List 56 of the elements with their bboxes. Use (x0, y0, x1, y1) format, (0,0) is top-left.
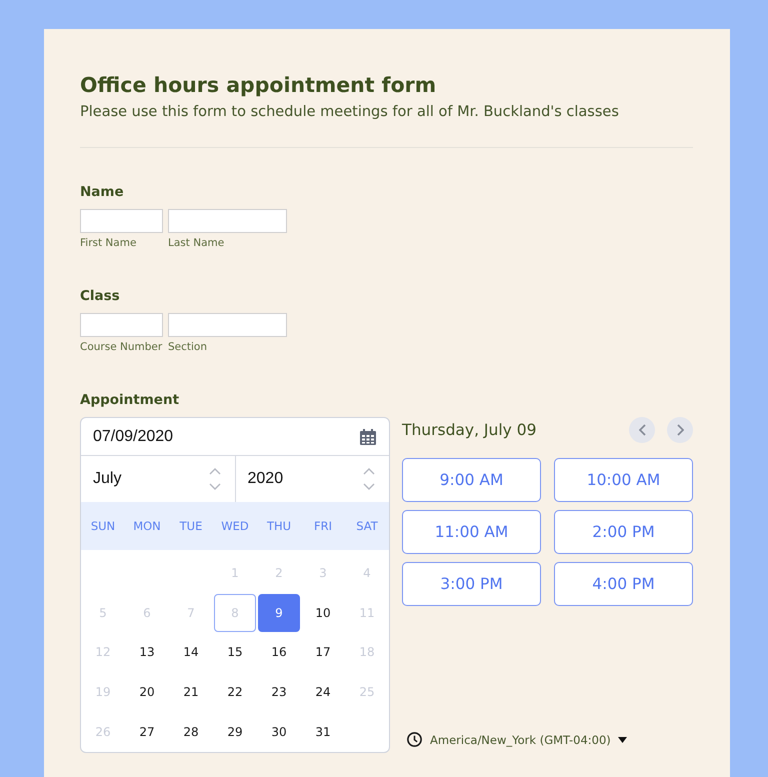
weekday-label: MON (132, 519, 162, 533)
time-slot-button[interactable]: 10:00 AM (554, 458, 693, 502)
weekday-label: THU (266, 519, 292, 533)
time-slot-button[interactable]: 11:00 AM (402, 510, 541, 554)
field-label: Appointment (80, 391, 180, 410)
calendar-day[interactable]: 24 (302, 673, 344, 712)
up-down-chevron-icon (208, 467, 220, 491)
calendar-day[interactable]: 9 (258, 594, 300, 632)
field-label: Class (80, 287, 121, 306)
calendar-day[interactable]: 28 (170, 712, 212, 751)
calendar-day[interactable]: 14 (170, 633, 212, 672)
weekday-label: FRI (313, 519, 333, 533)
calendar-day[interactable]: 30 (258, 712, 300, 751)
input-field[interactable] (80, 313, 163, 337)
next-day-button[interactable] (667, 417, 693, 443)
weekday-label: TUE (178, 519, 204, 533)
time-slot-button[interactable]: 4:00 PM (554, 562, 693, 606)
calendar-day[interactable]: 23 (258, 673, 300, 712)
caret-down-icon (618, 736, 627, 743)
previous-day-button[interactable] (629, 417, 655, 443)
calendar-icon (360, 428, 376, 444)
weekday-label: SAT (355, 519, 379, 533)
calendar-day[interactable]: 27 (126, 712, 168, 751)
calendar-day[interactable]: 22 (214, 673, 256, 712)
month-select[interactable]: July (81, 456, 234, 502)
input-caption: Section (168, 340, 208, 354)
weekday-label: SUN (90, 519, 116, 533)
calendar-day[interactable]: 10 (302, 594, 344, 632)
input-field[interactable] (168, 313, 287, 337)
timezone-dropdown[interactable]: America/New_York (GMT-04:00) (430, 732, 627, 747)
calendar-day[interactable]: 20 (126, 673, 168, 712)
calendar-day[interactable]: 15 (214, 633, 256, 672)
calendar-day[interactable]: 21 (170, 673, 212, 712)
calendar-day[interactable]: 29 (214, 712, 256, 751)
calendar-day[interactable]: 16 (258, 633, 300, 672)
date-field[interactable]: 07/09/2020 (81, 418, 389, 456)
time-slot-button[interactable]: 9:00 AM (402, 458, 541, 502)
time-slot-button[interactable]: 3:00 PM (402, 562, 541, 606)
input-field[interactable] (80, 209, 163, 233)
calendar-day[interactable]: 31 (302, 712, 344, 751)
clock-icon (407, 732, 422, 748)
weekday-label: WED (220, 519, 250, 533)
input-caption: Last Name (168, 236, 226, 250)
up-down-chevron-icon (363, 467, 375, 491)
selected-day-heading: Thursday, July 09 (402, 421, 538, 439)
form-title: Office hours appointment form (80, 72, 438, 99)
input-caption: First Name (80, 236, 138, 250)
calendar-day[interactable]: 13 (126, 633, 168, 672)
field-label: Name (80, 183, 125, 202)
input-caption: Course Number (80, 340, 163, 354)
chevron-left-icon (638, 424, 646, 436)
form-subtitle: Please use this form to schedule meetings for all of Mr. Buckland's classes (80, 103, 620, 122)
input-field[interactable] (168, 209, 287, 233)
time-slot-button[interactable]: 2:00 PM (554, 510, 693, 554)
calendar-day[interactable]: 17 (302, 633, 344, 672)
chevron-right-icon (676, 424, 684, 436)
